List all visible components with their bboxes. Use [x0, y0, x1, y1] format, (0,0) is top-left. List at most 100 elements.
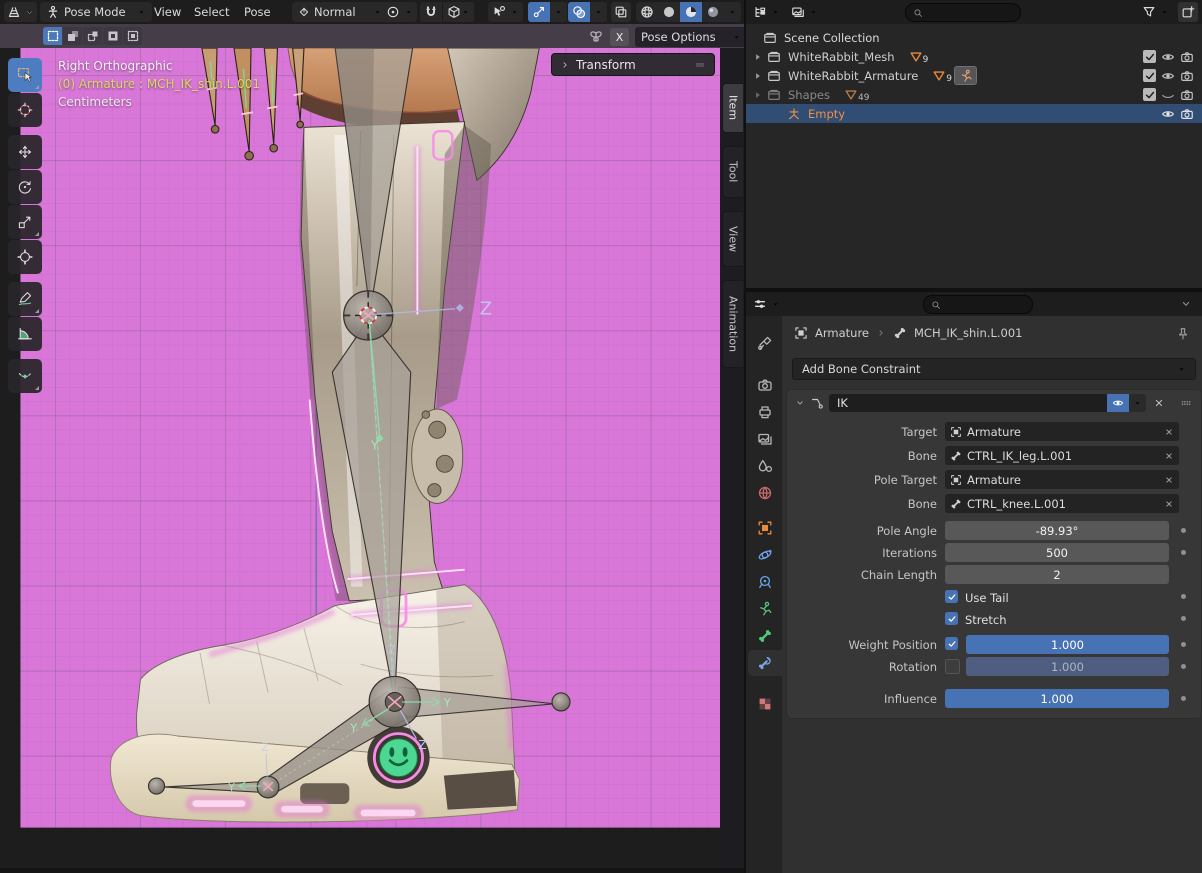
tool-cursor[interactable] — [8, 93, 42, 127]
tool-select-box[interactable] — [8, 58, 42, 92]
animate-decorator[interactable] — [1181, 696, 1186, 701]
mirror-x-toggle[interactable]: X — [610, 28, 629, 46]
sidebar-tab-item[interactable]: Item — [722, 83, 743, 133]
shading-solid-button[interactable] — [658, 2, 680, 22]
clear-x-icon[interactable] — [1164, 451, 1174, 461]
tool-pose-breakdowner[interactable] — [8, 359, 42, 393]
tab-object[interactable] — [748, 515, 782, 541]
weight-position-checkbox[interactable] — [945, 637, 958, 650]
exclude-checkbox[interactable] — [1143, 50, 1156, 63]
tab-world[interactable] — [748, 480, 782, 506]
eye-icon[interactable] — [1161, 69, 1175, 83]
eye-closed-icon[interactable] — [1161, 88, 1175, 102]
camera-render-icon[interactable] — [1180, 50, 1194, 64]
breadcrumb-bone[interactable]: MCH_IK_shin.L.001 — [914, 326, 1022, 340]
eye-icon[interactable] — [1161, 50, 1175, 64]
select-mode-new-button[interactable] — [43, 27, 62, 45]
camera-render-icon[interactable] — [1180, 69, 1194, 83]
stretch-checkbox[interactable] — [945, 612, 958, 625]
animate-decorator[interactable] — [1181, 594, 1186, 599]
gizmos-toggle-button[interactable] — [528, 2, 550, 22]
tab-output[interactable] — [748, 399, 782, 425]
animate-decorator[interactable] — [1181, 528, 1186, 533]
bone-field[interactable]: CTRL_IK_leg.L.001 — [945, 446, 1179, 465]
weight-position-slider[interactable]: 1.000 — [966, 635, 1169, 654]
tab-object-constraints[interactable] — [748, 569, 782, 595]
properties-search[interactable] — [923, 295, 1033, 314]
tab-physics[interactable] — [748, 542, 782, 568]
disclosure-triangle-icon[interactable] — [753, 52, 763, 62]
tool-annotate[interactable] — [8, 282, 42, 316]
tab-scene[interactable] — [748, 453, 782, 479]
outliner-row-shapes-collection[interactable]: Shapes 49 — [746, 85, 1202, 104]
outliner-display-mode-button[interactable] — [788, 2, 821, 22]
shading-dropdown[interactable] — [724, 2, 741, 22]
outliner-editor-type-button[interactable] — [750, 2, 783, 22]
disclosure-triangle-icon[interactable] — [753, 71, 763, 81]
outliner-row-empty-selected[interactable]: Empty — [746, 104, 1202, 123]
new-collection-button[interactable] — [1178, 2, 1198, 22]
shading-wireframe-button[interactable] — [636, 2, 658, 22]
tab-tool[interactable] — [748, 330, 782, 356]
tool-move[interactable] — [8, 135, 42, 169]
select-mode-extend-button[interactable] — [63, 27, 82, 45]
select-mode-invert-button[interactable] — [103, 27, 122, 45]
properties-search-input[interactable] — [946, 299, 1025, 311]
snap-toggle-button[interactable] — [420, 2, 442, 22]
overlays-toggle-button[interactable] — [568, 2, 590, 22]
pivot-point-dropdown[interactable] — [382, 2, 417, 22]
tab-texture[interactable] — [748, 691, 782, 717]
outliner-search[interactable] — [905, 3, 1021, 22]
disclosure-triangle-icon[interactable] — [753, 90, 763, 100]
tab-bone[interactable] — [748, 623, 782, 649]
delete-constraint-x-icon[interactable] — [1153, 397, 1165, 409]
xray-toggle-button[interactable] — [611, 2, 631, 22]
clear-x-icon[interactable] — [1164, 475, 1174, 485]
tool-transform[interactable] — [8, 240, 42, 274]
chevron-down-icon[interactable] — [795, 398, 805, 408]
pole-target-field[interactable]: Armature — [945, 470, 1179, 489]
snap-target-dropdown[interactable] — [442, 2, 474, 22]
transform-orientation-dropdown[interactable]: Normal — [292, 2, 388, 22]
viewport-canvas[interactable]: Z Y Y Y Y Z Z Z Right Orthographic (0) A… — [0, 48, 744, 873]
animate-decorator[interactable] — [1181, 664, 1186, 669]
sidebar-tab-animation[interactable]: Animation — [722, 280, 743, 368]
overlays-dropdown[interactable] — [590, 2, 607, 22]
outliner-search-input[interactable] — [928, 7, 1013, 19]
mode-dropdown[interactable]: Pose Mode — [40, 2, 152, 22]
outliner-row-armature-collection[interactable]: WhiteRabbit_Armature 9 — [746, 66, 1202, 85]
outliner-row-scene-collection[interactable]: Scene Collection — [746, 28, 1202, 47]
pin-icon[interactable] — [1176, 327, 1190, 341]
exclude-checkbox[interactable] — [1143, 88, 1156, 101]
pole-bone-field[interactable]: CTRL_knee.L.001 — [945, 494, 1179, 513]
select-mode-intersect-button[interactable] — [123, 27, 142, 45]
use-tail-checkbox[interactable] — [945, 590, 958, 603]
constraint-name-field[interactable]: IK — [829, 394, 1107, 412]
rotation-checkbox[interactable] — [945, 659, 960, 674]
shading-rendered-button[interactable] — [702, 2, 724, 22]
exclude-checkbox[interactable] — [1143, 69, 1156, 82]
tool-measure[interactable] — [8, 317, 42, 351]
drag-grip-icon[interactable] — [1179, 396, 1193, 410]
editor-type-button[interactable] — [4, 2, 37, 22]
pose-options-dropdown[interactable]: Pose Options — [635, 27, 747, 47]
constraint-enable-eye-button[interactable] — [1107, 394, 1129, 412]
target-field[interactable]: Armature — [945, 422, 1179, 441]
camera-render-icon[interactable] — [1180, 88, 1194, 102]
menu-pose[interactable]: Pose — [238, 2, 277, 22]
constraint-extras-dropdown[interactable] — [1129, 394, 1146, 412]
menu-select[interactable]: Select — [188, 2, 235, 22]
properties-editor-type-button[interactable] — [750, 294, 783, 314]
sidebar-tab-tool[interactable]: Tool — [722, 146, 743, 198]
shading-material-button[interactable] — [680, 2, 702, 22]
select-mode-subtract-button[interactable] — [83, 27, 102, 45]
tool-scale[interactable] — [8, 205, 42, 239]
animate-decorator[interactable] — [1181, 642, 1186, 647]
tool-rotate[interactable] — [8, 170, 42, 204]
outliner-filter-button[interactable] — [1139, 2, 1172, 22]
outliner-row-mesh-collection[interactable]: WhiteRabbit_Mesh 9 — [746, 47, 1202, 66]
menu-view[interactable]: View — [148, 2, 187, 22]
influence-slider[interactable]: 1.000 — [945, 689, 1169, 708]
camera-render-icon[interactable] — [1180, 107, 1194, 121]
tab-render[interactable] — [748, 372, 782, 398]
